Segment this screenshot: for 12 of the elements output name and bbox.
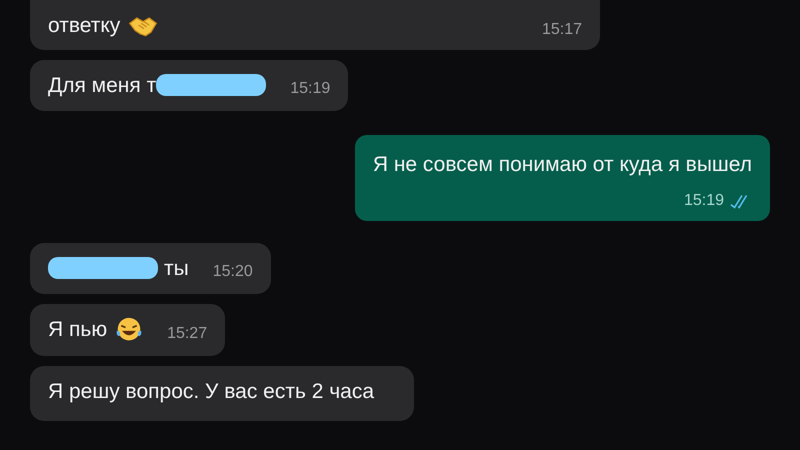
message-text: ответку xyxy=(48,13,120,39)
message-text: Для меня т xyxy=(48,72,156,98)
message-time: 15:19 xyxy=(290,79,330,99)
message-text: Я решу вопрос. У вас есть 2 часа xyxy=(48,378,374,404)
message-time: 15:17 xyxy=(542,20,582,40)
message-text: Я пью xyxy=(48,317,108,343)
message-time: 15:27 xyxy=(167,324,208,344)
laughing-emoji-icon xyxy=(115,316,144,343)
message-text: Я не совсем понимаю от куда я вышел xyxy=(372,152,752,178)
message-time: 15:19 xyxy=(684,190,724,210)
message-time: 15:20 xyxy=(212,262,253,282)
message-text: ты xyxy=(164,256,189,282)
